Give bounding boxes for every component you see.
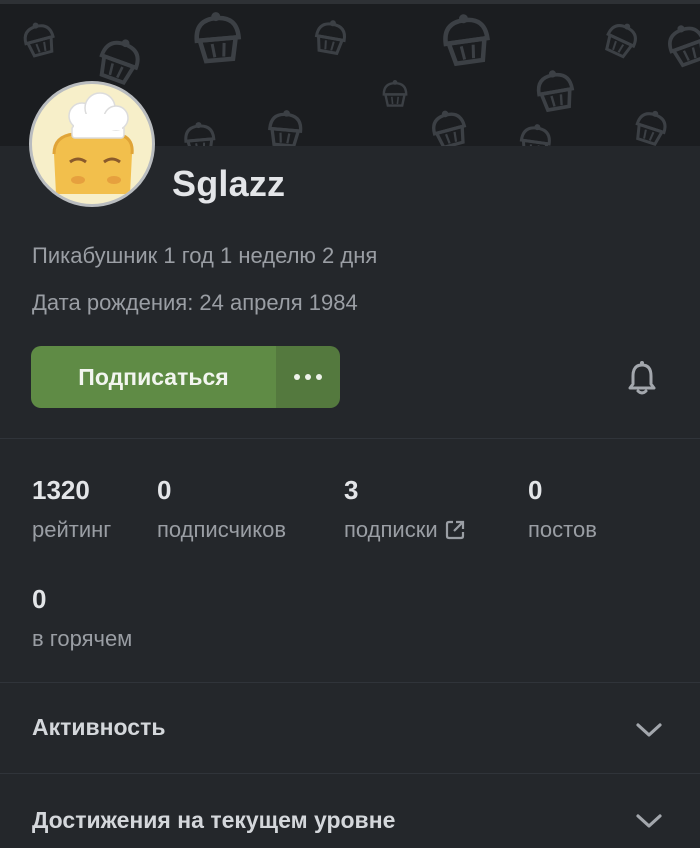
chevron-down-icon	[636, 723, 662, 737]
stat-value: 3	[344, 475, 359, 505]
section-title: Активность	[32, 714, 166, 740]
stat-rating[interactable]: 1320 рейтинг	[32, 475, 111, 543]
chevron-down-icon	[636, 814, 662, 828]
subscribe-button[interactable]: Подписаться	[31, 346, 276, 408]
birthday-text: Дата рождения: 24 апреля 1984	[32, 290, 358, 315]
username: Sglazz	[172, 163, 286, 204]
stat-subscriptions[interactable]: 3 подписки	[344, 475, 466, 543]
stat-value: 0	[32, 584, 47, 614]
stat-label: в горячем	[32, 626, 133, 651]
stat-label: рейтинг	[32, 517, 112, 542]
more-dots-icon	[294, 374, 300, 380]
avatar[interactable]	[29, 81, 155, 207]
more-options-button[interactable]	[276, 346, 340, 408]
stat-subscribers[interactable]: 0 подписчиков	[157, 475, 286, 543]
stat-label: постов	[528, 517, 597, 542]
bell-icon	[628, 361, 656, 395]
chef-toast-icon	[52, 92, 134, 194]
section-title: Достижения на текущем уровне	[32, 807, 396, 833]
more-dot	[316, 374, 322, 380]
tenure-text: Пикабушник 1 год 1 неделю 2 дня	[32, 243, 378, 268]
stat-value: 0	[157, 475, 172, 505]
stat-hot[interactable]: 0 в горячем	[32, 584, 132, 652]
stat-label: подписчиков	[157, 517, 287, 542]
more-dot	[305, 374, 311, 380]
profile-page: Sglazz Пикабушник 1 год 1 неделю 2 дня Д…	[0, 0, 700, 848]
stat-label: подписки	[344, 517, 438, 542]
subscribe-group: Подписаться	[31, 346, 340, 408]
external-link-icon	[445, 520, 464, 540]
stat-value: 0	[528, 475, 543, 505]
stat-value: 1320	[32, 475, 90, 505]
stat-posts[interactable]: 0 постов	[528, 475, 597, 543]
divider	[0, 438, 700, 439]
notification-bell-button[interactable]	[622, 358, 662, 398]
section-achievements[interactable]: Достижения на текущем уровне	[0, 774, 700, 848]
section-activity[interactable]: Активность	[0, 683, 700, 773]
